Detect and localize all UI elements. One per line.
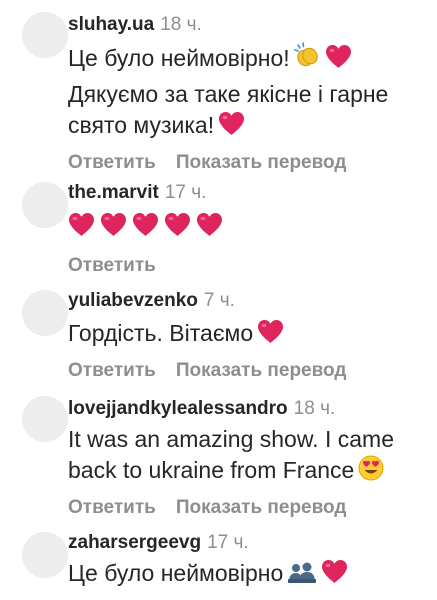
red-heart-icon [165, 213, 190, 236]
timestamp: 17 ч. [207, 532, 249, 553]
red-heart-icon [218, 111, 245, 144]
timestamp: 7 ч. [203, 290, 235, 311]
comment-actions: Ответить Показать перевод [68, 360, 429, 382]
comment-text: Це було неймовірно! [68, 42, 429, 77]
username[interactable]: yuliabevzenko [68, 290, 198, 311]
red-heart-icon [325, 44, 352, 77]
comment-actions: Ответить Показать перевод [68, 497, 429, 519]
comment-meta: sluhay.ua 18 ч. [68, 14, 429, 36]
username[interactable]: lovejjandkylealessandro [68, 398, 288, 419]
reply-button[interactable]: Ответить [68, 255, 156, 276]
timestamp: 18 ч. [293, 398, 336, 419]
red-heart-icon [257, 319, 284, 352]
comment-meta: zaharsergeevg 17 ч. [68, 532, 429, 554]
comment-text: Гордість. Вітаємо [68, 318, 429, 352]
comment-list: sluhay.ua 18 ч. Це було неймовірно! Дякує… [0, 0, 437, 600]
avatar[interactable] [22, 290, 68, 336]
comment-text-line: It was an amazing show. I came back to u… [68, 426, 394, 483]
avatar[interactable] [22, 12, 68, 58]
comment-text: Дякуємо за таке якісне і гарне свято муз… [68, 79, 429, 144]
red-heart-icon [321, 559, 348, 592]
band-icon [287, 560, 317, 592]
red-heart-icon [197, 213, 222, 236]
comment-body: the.marvit 17 ч. Ответить [68, 182, 429, 277]
reply-button[interactable]: Ответить [68, 360, 156, 381]
comment-actions: Ответить [68, 255, 429, 277]
avatar[interactable] [22, 396, 68, 442]
comment-text-line: Гордість. Вітаємо [68, 320, 254, 346]
comment-text [68, 212, 429, 245]
comment-text-line: Це було неймовірно [68, 560, 284, 586]
comment-body: lovejjandkylealessandro 18 ч. It was an a… [68, 398, 429, 519]
timestamp: 18 ч. [160, 14, 202, 35]
comment-actions: Ответить Показать перевод [68, 152, 429, 174]
red-heart-icon [101, 213, 126, 236]
red-heart-icon [133, 213, 158, 236]
avatar[interactable] [22, 532, 68, 578]
username[interactable]: the.marvit [68, 182, 159, 203]
comment-body: yuliabevzenko 7 ч. Гордість. Вітаємо Отве… [68, 290, 429, 382]
red-heart-icon [69, 213, 94, 236]
comment-text-line: Це було неймовірно! [68, 45, 290, 71]
comment-body: zaharsergeevg 17 ч. Це було неймовірно [68, 532, 429, 592]
heart-eyes-icon [358, 455, 384, 489]
comment-meta: the.marvit 17 ч. [68, 182, 429, 204]
username[interactable]: sluhay.ua [68, 14, 154, 35]
comment-text: Це було неймовірно [68, 558, 429, 592]
show-translation-button[interactable]: Показать перевод [176, 152, 347, 173]
clapping-hands-icon [293, 42, 321, 77]
show-translation-button[interactable]: Показать перевод [176, 497, 347, 518]
username[interactable]: zaharsergeevg [68, 532, 201, 553]
reply-button[interactable]: Ответить [68, 152, 156, 173]
comment-body: sluhay.ua 18 ч. Це було неймовірно! Дякує… [68, 14, 429, 174]
comment-meta: lovejjandkylealessandro 18 ч. [68, 398, 429, 420]
avatar[interactable] [22, 182, 68, 228]
reply-button[interactable]: Ответить [68, 497, 156, 518]
comment-meta: yuliabevzenko 7 ч. [68, 290, 429, 312]
comment-text: It was an amazing show. I came back to u… [68, 424, 429, 489]
show-translation-button[interactable]: Показать перевод [176, 360, 347, 381]
timestamp: 17 ч. [164, 182, 207, 203]
